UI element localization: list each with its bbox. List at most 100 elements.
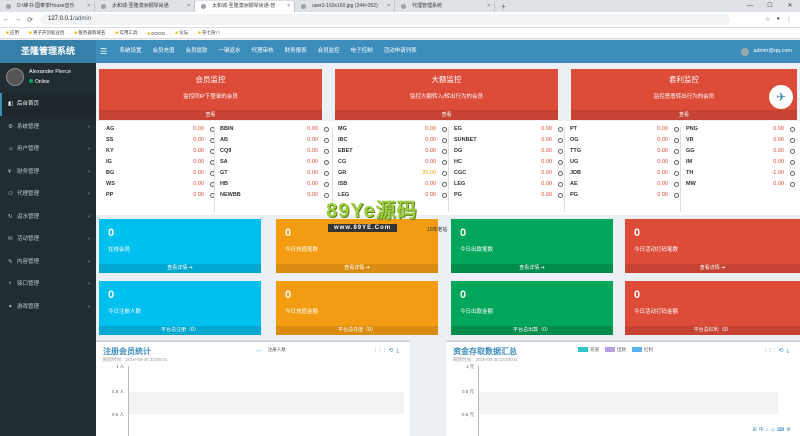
refresh-icon[interactable] (324, 193, 329, 198)
refresh-icon[interactable] (790, 149, 795, 154)
chart-toolbox[interactable]: ⫶⫶⫶⟲⤓ (765, 347, 792, 355)
forward-icon[interactable]: → (12, 16, 24, 23)
refresh-icon[interactable] (790, 171, 795, 176)
profile-icon[interactable]: ● (776, 16, 780, 23)
top-menu-item[interactable]: 一键返水 (213, 40, 246, 63)
sidebar-item[interactable]: ⚙ 系统管理 ‹ (0, 116, 96, 139)
bookmark-item[interactable]: 服务器和域名 (74, 30, 105, 36)
refresh-icon[interactable] (442, 138, 447, 143)
sidebar-item[interactable]: ↻ 返水管理 ‹ (0, 206, 96, 229)
new-tab-button[interactable]: + (495, 1, 512, 12)
close-tab-icon[interactable]: × (87, 1, 90, 12)
refresh-icon[interactable] (674, 182, 679, 187)
refresh-icon[interactable] (324, 127, 329, 132)
stat-footer-link[interactable]: 查看详情 ➔ (276, 264, 438, 273)
reload-icon[interactable]: ⟳ (24, 16, 36, 24)
minimize-icon[interactable]: — (740, 1, 760, 12)
refresh-icon[interactable] (558, 160, 563, 165)
bookmark-item[interactable]: DOOG (147, 31, 165, 36)
browser-tab[interactable]: 代理管理系统 × (395, 1, 495, 12)
browser-tab[interactable]: user2-160x160.jpg (244×352) × (295, 1, 395, 12)
refresh-icon[interactable] (442, 160, 447, 165)
refresh-icon[interactable] (324, 149, 329, 154)
refresh-icon[interactable] (790, 182, 795, 187)
close-tab-icon[interactable]: × (487, 1, 490, 12)
refresh-icon[interactable] (558, 149, 563, 154)
refresh-icon[interactable] (324, 138, 329, 143)
refresh-icon[interactable] (324, 171, 329, 176)
legend-item[interactable]: 出款 (605, 347, 626, 353)
maximize-icon[interactable]: ☐ (760, 1, 780, 12)
app-logo[interactable]: 圣隆管理系统 (0, 40, 96, 63)
browser-tab[interactable]: 太和城-圣隆澳洲钢琴尚通 × (95, 1, 195, 12)
browser-tab[interactable]: D:\维书-国奉茶House音乐 × (0, 1, 95, 12)
chart-toolbox[interactable]: ⫶⫶⫶⟲⤓ (375, 347, 402, 355)
back-icon[interactable]: ← (0, 16, 12, 23)
stat-footer-link[interactable]: 平台总注册（0） (99, 326, 261, 335)
sidebar-toggle-icon[interactable]: ☰ (100, 40, 107, 63)
close-tab-icon[interactable]: × (287, 1, 290, 12)
sidebar-item[interactable]: ✦ 游戏管理 ‹ (0, 296, 96, 319)
top-menu-item[interactable]: 系统设置 (114, 40, 147, 63)
refresh-icon[interactable] (442, 182, 447, 187)
refresh-icon[interactable] (442, 127, 447, 132)
star-icon[interactable]: ☆ (765, 16, 770, 23)
refresh-icon[interactable] (558, 193, 563, 198)
stat-footer-link[interactable]: 查看详情 ➔ (625, 264, 800, 273)
refresh-icon[interactable] (674, 171, 679, 176)
close-tab-icon[interactable]: × (387, 1, 390, 12)
refresh-icon[interactable] (558, 171, 563, 176)
top-menu-item[interactable]: 活动申请列表 (378, 40, 422, 63)
close-tab-icon[interactable]: × (187, 1, 190, 12)
top-menu-item[interactable]: 代理审核 (246, 40, 279, 63)
sidebar-item[interactable]: ¥ 财务管理 ‹ (0, 161, 96, 184)
legend-item[interactable]: 充值 (578, 347, 599, 353)
close-window-icon[interactable]: ✕ (780, 1, 800, 12)
monitor-view-link[interactable]: 查看 (571, 110, 797, 120)
refresh-icon[interactable] (674, 127, 679, 132)
stat-footer-link[interactable]: 平台总红利（0） (625, 326, 800, 335)
refresh-icon[interactable] (558, 182, 563, 187)
sidebar-item[interactable]: ⚡ 接口管理 ‹ (0, 273, 96, 296)
refresh-icon[interactable] (324, 160, 329, 165)
float-toolbar[interactable]: ⊞中♪☺⌨⚙ (749, 425, 796, 434)
top-menu-item[interactable]: 电子控制 (345, 40, 378, 63)
stat-footer-link[interactable]: 查看详情 ➔ (451, 264, 613, 273)
refresh-icon[interactable] (790, 160, 795, 165)
top-menu-item[interactable]: 会员监控 (312, 40, 345, 63)
bookmark-item[interactable]: 男子开创就业创 (29, 30, 65, 36)
stat-footer-link[interactable]: 查看详情 ➔ (99, 264, 261, 273)
refresh-icon[interactable] (442, 149, 447, 154)
refresh-icon[interactable] (442, 193, 447, 198)
sidebar-item[interactable]: ⚇ 代理管理 ‹ (0, 183, 96, 206)
monitor-view-link[interactable]: 查看 (99, 110, 322, 120)
top-menu-item[interactable]: 财务报表 (279, 40, 312, 63)
stat-footer-link[interactable]: 平台总出款（0） (451, 326, 613, 335)
bookmark-item[interactable]: 杂七杂八 (198, 30, 220, 36)
refresh-icon[interactable] (790, 127, 795, 132)
top-menu-item[interactable]: 会员提款 (180, 40, 213, 63)
sidebar-item[interactable]: ☺ 用户管理 ‹ (0, 138, 96, 161)
bookmark-item[interactable]: 论坛 (175, 30, 188, 36)
sidebar-item[interactable]: ◧ 后台首页 (0, 93, 96, 116)
sidebar-item[interactable]: ✉ 活动管理 ‹ (0, 228, 96, 251)
refresh-icon[interactable] (442, 171, 447, 176)
refresh-icon[interactable] (790, 138, 795, 143)
menu-icon[interactable]: ⋮ (786, 16, 792, 23)
refresh-icon[interactable] (674, 138, 679, 143)
top-menu-item[interactable]: 会员充值 (147, 40, 180, 63)
browser-tab[interactable]: 太和城-圣隆澳洲钢琴尚通-管· × (195, 1, 295, 12)
refresh-icon[interactable] (674, 160, 679, 165)
refresh-icon[interactable] (324, 182, 329, 187)
refresh-icon[interactable] (558, 127, 563, 132)
url-input[interactable]: 127.0.0.1/admin (40, 14, 730, 25)
monitor-view-link[interactable]: 查看 (335, 110, 558, 120)
refresh-icon[interactable] (674, 193, 679, 198)
sidebar-item[interactable]: ✎ 内容管理 ‹ (0, 251, 96, 274)
refresh-icon[interactable] (558, 138, 563, 143)
user-menu[interactable]: admin@qq.com (741, 40, 792, 63)
legend-item[interactable]: 红利 (632, 347, 653, 353)
refresh-icon[interactable] (674, 149, 679, 154)
bookmark-item[interactable]: 应用 (6, 30, 19, 36)
bookmark-item[interactable]: 实用工具 (115, 30, 137, 36)
